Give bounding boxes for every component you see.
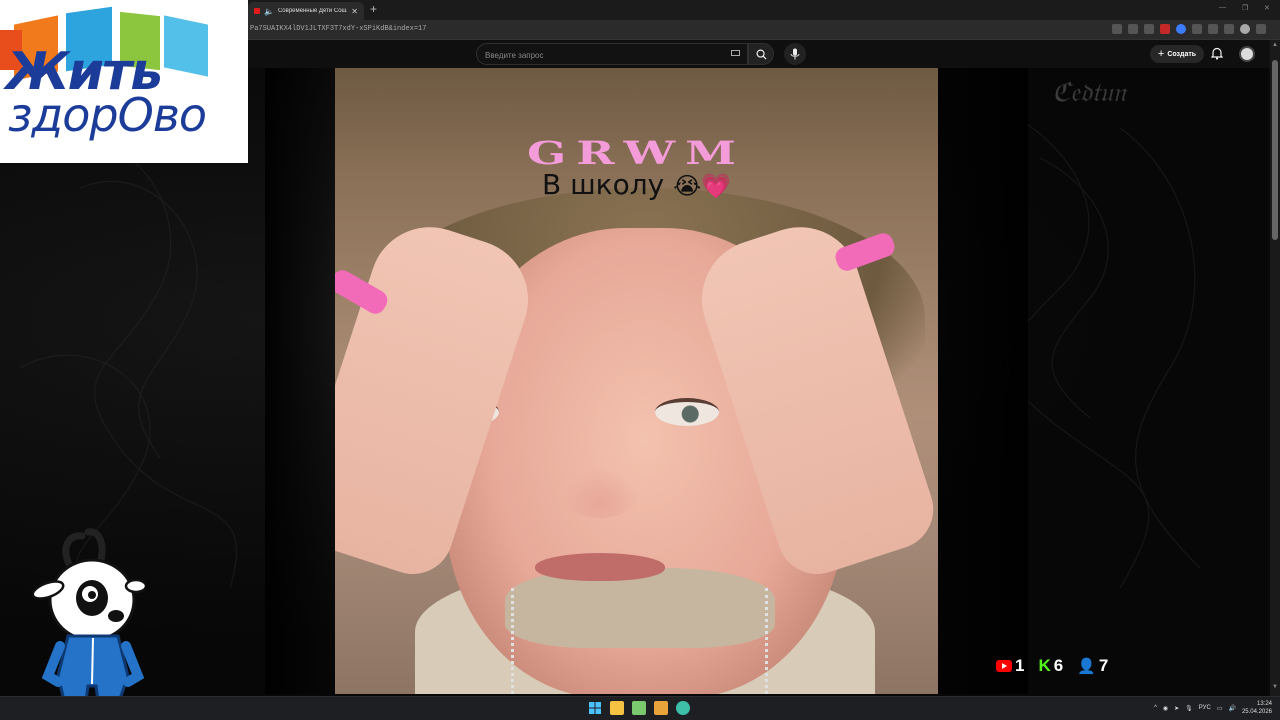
url-field[interactable]: Pa7SUAIKX4lDV1JLTXF3T7xdY-xSPiKdB&index=… bbox=[250, 25, 426, 33]
taskbar-apps bbox=[588, 701, 690, 715]
account-avatar[interactable] bbox=[1239, 46, 1255, 62]
user-icon: 👤 bbox=[1077, 658, 1096, 675]
video-caption-text: В школу bbox=[541, 168, 665, 201]
windows-taskbar: ^ ◉ ➤ 🎙 РУС ▭ 🔊 13:24 25.04.2026 bbox=[0, 696, 1280, 720]
profile-avatar-icon[interactable] bbox=[1240, 24, 1250, 34]
search-button[interactable] bbox=[748, 43, 774, 65]
close-tab-icon[interactable]: ✕ bbox=[351, 7, 358, 16]
watermark-signature: ℭ𝔢𝔡𝔱𝔲𝔫 bbox=[1052, 78, 1126, 108]
extension-icons bbox=[1112, 24, 1266, 34]
stream-viewer-counters: 1 K 6 👤 7 bbox=[996, 656, 1108, 676]
video-caption-emojis: 😭💗 bbox=[673, 172, 732, 200]
extension-icon[interactable] bbox=[1160, 24, 1170, 34]
create-label: Создать bbox=[1167, 50, 1197, 58]
close-window-icon[interactable]: ✕ bbox=[1264, 4, 1270, 12]
youtube-logo-icon bbox=[996, 660, 1012, 672]
notepad-icon[interactable] bbox=[632, 701, 646, 715]
maximize-icon[interactable]: ❐ bbox=[1242, 4, 1248, 12]
extension-icon[interactable] bbox=[1192, 24, 1202, 34]
microphone-tray-icon[interactable]: 🎙 bbox=[1185, 705, 1193, 712]
search-box bbox=[476, 43, 748, 65]
search-input[interactable] bbox=[485, 48, 725, 62]
windows-start-icon[interactable] bbox=[588, 701, 602, 715]
clock-date: 25.04.2026 bbox=[1241, 709, 1272, 715]
app-icon[interactable] bbox=[654, 701, 668, 715]
search-icon bbox=[756, 49, 767, 60]
collections-icon[interactable] bbox=[1224, 24, 1234, 34]
menu-dots-icon[interactable] bbox=[1256, 24, 1266, 34]
edge-browser-icon[interactable] bbox=[676, 701, 690, 715]
video-caption: В школу 😭💗 bbox=[335, 168, 938, 201]
bookmark-star-icon[interactable] bbox=[1128, 24, 1138, 34]
notifications-bell-icon[interactable] bbox=[1211, 47, 1223, 60]
file-explorer-icon[interactable] bbox=[610, 701, 624, 715]
video-overlay-title: GRWM bbox=[526, 134, 747, 172]
video-shadow-right bbox=[938, 68, 1028, 694]
reader-mode-icon[interactable] bbox=[1112, 24, 1122, 34]
goat-mascot-icon bbox=[31, 528, 145, 718]
page-scrollbar[interactable]: ▲ ▼ bbox=[1270, 40, 1280, 696]
plus-icon: + bbox=[1157, 48, 1165, 60]
scroll-up-arrow-icon[interactable]: ▲ bbox=[1272, 42, 1278, 48]
kick-logo-icon: K bbox=[1038, 656, 1051, 675]
video-eye-right bbox=[655, 398, 719, 426]
keyboard-icon[interactable] bbox=[731, 50, 740, 56]
show-logo: Жить здорОво bbox=[0, 0, 248, 163]
video-shadow-left bbox=[265, 68, 335, 694]
scrollbar-thumb[interactable] bbox=[1272, 60, 1278, 240]
system-tray: ^ ◉ ➤ 🎙 РУС ▭ 🔊 13:24 25.04.2026 bbox=[1154, 700, 1272, 716]
telegram-icon[interactable]: ➤ bbox=[1174, 705, 1179, 712]
volume-icon[interactable]: 🔊 bbox=[1228, 705, 1235, 712]
taskbar-clock[interactable]: 13:24 25.04.2026 bbox=[1242, 700, 1272, 716]
extension-icon[interactable] bbox=[1176, 24, 1186, 34]
language-indicator[interactable]: РУС bbox=[1199, 705, 1211, 711]
video-mouth bbox=[535, 553, 665, 581]
voice-search-button[interactable] bbox=[784, 43, 806, 65]
video-necklace bbox=[765, 588, 775, 694]
speaker-icon[interactable]: 🔈 bbox=[264, 7, 274, 16]
video-player[interactable]: GRWM В школу 😭💗 bbox=[335, 68, 938, 694]
favorites-icon[interactable] bbox=[1208, 24, 1218, 34]
tray-chevron-icon[interactable]: ^ bbox=[1154, 705, 1157, 711]
logo-word-2: здорОво bbox=[8, 88, 207, 142]
clock-time: 13:24 bbox=[1256, 701, 1272, 707]
tab-title: Современные Дети Сошли с bbox=[277, 8, 347, 14]
minimize-icon[interactable]: — bbox=[1219, 4, 1226, 11]
video-necklace bbox=[511, 588, 521, 694]
total-viewer-counter: 👤 7 bbox=[1077, 656, 1108, 676]
screen: ℭ𝔢𝔡𝔱𝔲𝔫 GRWM В школу 😭💗 🔈 Современные Дет… bbox=[0, 0, 1280, 720]
total-viewer-count: 7 bbox=[1098, 656, 1109, 675]
youtube-favicon-icon bbox=[254, 8, 260, 14]
kick-viewer-count: 6 bbox=[1053, 656, 1064, 675]
logo-cyan-block bbox=[164, 15, 208, 77]
video-nose bbox=[560, 468, 640, 518]
browser-tab[interactable]: 🔈 Современные Дети Сошли с ✕ bbox=[248, 2, 364, 20]
create-button[interactable]: + Создать bbox=[1150, 45, 1204, 63]
scroll-down-arrow-icon[interactable]: ▼ bbox=[1272, 684, 1278, 690]
kick-viewer-counter: K 6 bbox=[1038, 656, 1063, 676]
steam-icon[interactable]: ◉ bbox=[1163, 705, 1168, 712]
extension-icon[interactable] bbox=[1144, 24, 1154, 34]
youtube-viewer-count: 1 bbox=[1015, 656, 1025, 675]
video-neck bbox=[505, 568, 775, 648]
youtube-viewer-counter: 1 bbox=[996, 656, 1024, 676]
new-tab-button[interactable]: + bbox=[370, 2, 377, 16]
network-icon[interactable]: ▭ bbox=[1217, 705, 1223, 712]
microphone-icon bbox=[790, 48, 800, 60]
